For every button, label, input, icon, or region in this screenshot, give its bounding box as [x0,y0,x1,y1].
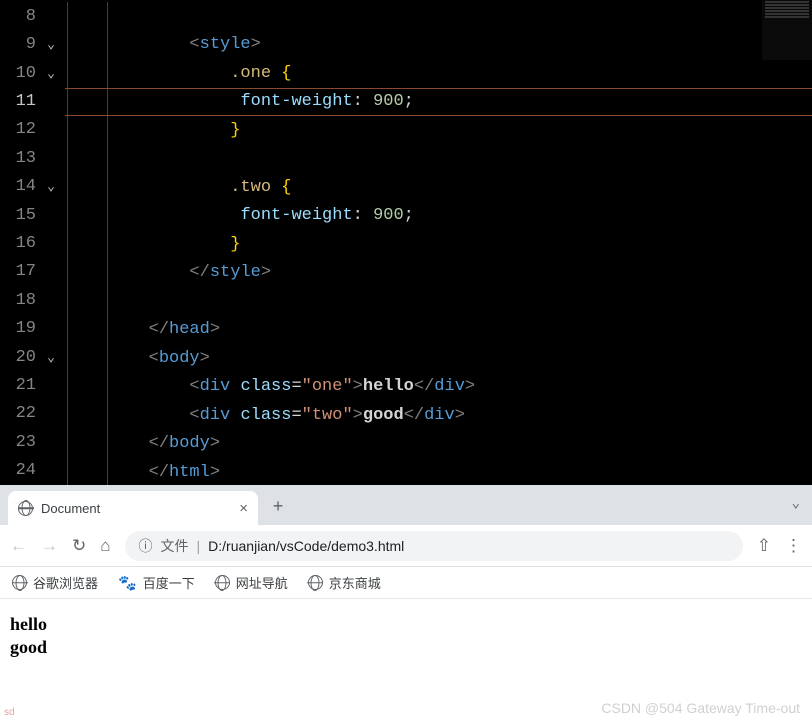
gutter-row: 15 [0,201,65,229]
bookmark-label: 京东商城 [329,573,381,592]
close-icon[interactable]: × [239,500,248,517]
bookmarks-bar: 谷歌浏览器 🐾 百度一下 网址导航 京东商城 [0,567,812,599]
code-line[interactable]: font-weight: 900; [65,88,812,117]
line-number[interactable]: 10 [0,64,42,83]
line-number[interactable]: 18 [0,291,42,310]
tab-strip: Document × + ⌄ [0,485,812,525]
minimap[interactable] [762,0,812,60]
rendered-text-one: hello [10,613,802,636]
bookmark-label: 谷歌浏览器 [33,573,98,592]
line-number[interactable]: 23 [0,433,42,452]
line-number[interactable]: 9 [0,35,42,54]
code-line[interactable] [65,2,812,31]
line-number[interactable]: 24 [0,461,42,480]
line-number[interactable]: 14 [0,177,42,196]
extensions-icon[interactable]: ⋮ [785,536,802,556]
forward-button[interactable]: → [41,536,58,556]
gutter: 89⌄10⌄11121314⌄151617181920⌄21222324 [0,0,65,485]
address-bar: ← → ↻ ⌂ ⓘ 文件 | D:/ruanjian/vsCode/demo3.… [0,525,812,567]
gutter-row: 14⌄ [0,172,65,200]
paw-icon: 🐾 [118,574,137,592]
page-viewport: hello good [0,599,812,672]
gutter-row: 8 [0,2,65,30]
code-line[interactable]: } [65,116,812,145]
chevron-down-icon[interactable]: ⌄ [792,495,800,512]
fold-chevron-icon[interactable]: ⌄ [42,350,60,365]
url-path: D:/ruanjian/vsCode/demo3.html [208,538,404,554]
bookmark-item[interactable]: 网址导航 [215,573,288,592]
tab-title: Document [41,501,100,516]
gutter-row: 9⌄ [0,30,65,58]
code-line[interactable]: </style> [65,259,812,288]
separator: | [197,538,201,554]
code-line[interactable]: </head> [65,316,812,345]
code-line[interactable] [65,287,812,316]
code-line[interactable]: </body> [65,430,812,459]
code-editor[interactable]: 89⌄10⌄11121314⌄151617181920⌄21222324 <st… [0,0,812,485]
line-number[interactable]: 13 [0,149,42,168]
line-number[interactable]: 17 [0,262,42,281]
gutter-row: 23 [0,428,65,456]
code-line[interactable]: .one { [65,59,812,88]
code-line[interactable]: font-weight: 900; [65,202,812,231]
rendered-text-two: good [10,636,802,659]
line-number[interactable]: 11 [0,92,42,111]
back-button[interactable]: ← [10,536,27,556]
code-line[interactable]: </html> [65,458,812,487]
line-number[interactable]: 22 [0,404,42,423]
bookmark-item[interactable]: 谷歌浏览器 [12,573,98,592]
fold-chevron-icon[interactable]: ⌄ [42,66,60,81]
code-line[interactable]: .two { [65,173,812,202]
code-line[interactable]: <div class="one">hello</div> [65,373,812,402]
line-number[interactable]: 21 [0,376,42,395]
globe-icon [18,501,33,516]
reload-button[interactable]: ↻ [72,536,86,556]
gutter-row: 16 [0,229,65,257]
gutter-row: 20⌄ [0,343,65,371]
bookmark-label: 百度一下 [143,573,195,592]
watermark-bl: sd [4,707,15,718]
gutter-row: 17 [0,258,65,286]
fold-chevron-icon[interactable]: ⌄ [42,37,60,52]
info-icon: ⓘ [139,536,153,556]
browser-tab[interactable]: Document × [8,491,258,525]
code-line[interactable] [65,145,812,174]
code-area[interactable]: <style> .one { font-weight: 900; } .two … [65,0,812,485]
line-number[interactable]: 15 [0,206,42,225]
code-line[interactable]: <body> [65,344,812,373]
code-line[interactable]: <style> [65,31,812,60]
gutter-row: 12 [0,116,65,144]
gutter-row: 24 [0,457,65,485]
gutter-row: 22 [0,400,65,428]
globe-icon [215,575,230,590]
bookmark-item[interactable]: 京东商城 [308,573,381,592]
globe-icon [308,575,323,590]
line-number[interactable]: 12 [0,120,42,139]
line-number[interactable]: 16 [0,234,42,253]
line-number[interactable]: 19 [0,319,42,338]
bookmark-item[interactable]: 🐾 百度一下 [118,573,195,592]
share-icon[interactable]: ⇧ [757,536,771,556]
home-button[interactable]: ⌂ [100,536,110,556]
url-scheme-label: 文件 [161,536,189,556]
code-line[interactable]: } [65,230,812,259]
line-number[interactable]: 20 [0,348,42,367]
fold-chevron-icon[interactable]: ⌄ [42,179,60,194]
browser-window: Document × + ⌄ ← → ↻ ⌂ ⓘ 文件 | D:/ruanjia… [0,485,812,722]
new-tab-button[interactable]: + [264,494,292,522]
bookmark-label: 网址导航 [236,573,288,592]
gutter-row: 18 [0,286,65,314]
globe-icon [12,575,27,590]
gutter-row: 11 [0,87,65,115]
gutter-row: 10⌄ [0,59,65,87]
omnibox[interactable]: ⓘ 文件 | D:/ruanjian/vsCode/demo3.html [125,531,743,561]
gutter-row: 21 [0,371,65,399]
code-line[interactable]: <div class="two">good</div> [65,401,812,430]
gutter-row: 13 [0,144,65,172]
gutter-row: 19 [0,314,65,342]
line-number[interactable]: 8 [0,7,42,26]
